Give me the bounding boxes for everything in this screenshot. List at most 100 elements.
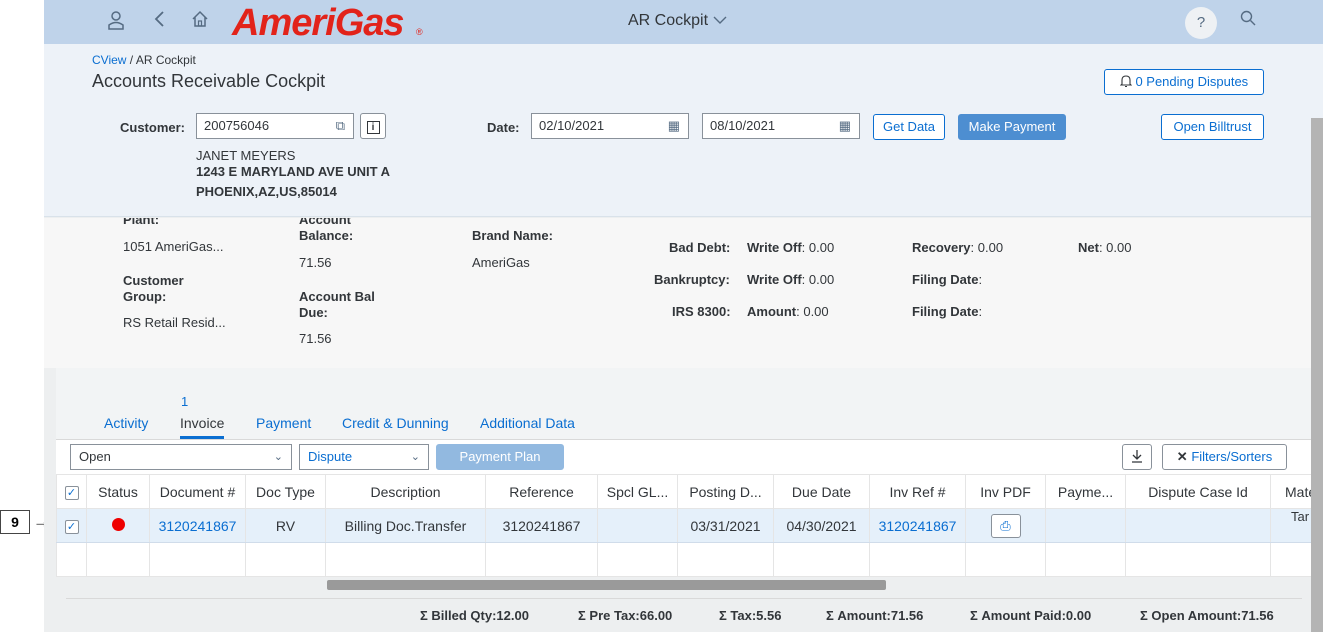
customer-value: 200756046 bbox=[204, 118, 270, 133]
customer-input[interactable]: 200756046 ⧉ bbox=[196, 113, 354, 139]
date-from-value: 02/10/2021 bbox=[539, 118, 605, 133]
inv-ref-link[interactable]: 3120241867 bbox=[869, 508, 966, 543]
table-row[interactable]: ✓ 3120241867 RV Billing Doc.Transfer 312… bbox=[56, 508, 1318, 543]
net-key: Net bbox=[1078, 240, 1099, 255]
col-material[interactable]: Mate bbox=[1269, 474, 1318, 509]
pending-disputes-button[interactable]: 0 Pending Disputes bbox=[1104, 69, 1264, 95]
bell-icon bbox=[1119, 75, 1133, 88]
status-filter-select[interactable]: Open ⌄ bbox=[70, 444, 292, 470]
user-icon[interactable] bbox=[104, 10, 128, 34]
chevron-down-icon: ⌄ bbox=[273, 451, 283, 463]
filters-sorters-label: Filters/Sorters bbox=[1191, 449, 1273, 464]
inv-pdf-cell: ⎙ bbox=[965, 508, 1046, 543]
reference-cell: 3120241867 bbox=[485, 508, 598, 543]
vertical-scrollbar[interactable] bbox=[1311, 118, 1323, 632]
write-off-key: Write Off bbox=[747, 272, 802, 287]
download-icon[interactable] bbox=[1122, 444, 1152, 470]
bad-debt-write-off: Write Off: 0.00 bbox=[747, 240, 834, 255]
customer-group-value: RS Retail Resid... bbox=[123, 315, 226, 330]
tab-credit-dunning[interactable]: Credit & Dunning bbox=[342, 415, 449, 431]
page-title: Accounts Receivable Cockpit bbox=[92, 71, 326, 91]
calendar-icon[interactable]: ▦ bbox=[668, 114, 680, 138]
posting-date-cell: 03/31/2021 bbox=[677, 508, 774, 543]
col-posting-date[interactable]: Posting D... bbox=[677, 474, 774, 509]
home-icon[interactable] bbox=[188, 10, 212, 34]
app-title: AR Cockpit bbox=[628, 12, 709, 29]
row-checkbox[interactable]: ✓ bbox=[56, 508, 87, 543]
customer-address-line2: PHOENIX,AZ,US,85014 bbox=[196, 184, 337, 199]
col-spcl-gl[interactable]: Spcl GL... bbox=[597, 474, 678, 509]
annotation-marker: 9 bbox=[0, 510, 30, 534]
filing-date-value: : bbox=[978, 304, 983, 319]
tab-activity[interactable]: Activity bbox=[104, 415, 148, 431]
irs-amount: Amount: 0.00 bbox=[747, 304, 829, 319]
bankruptcy-filing-date: Filing Date: bbox=[912, 272, 982, 287]
document-link[interactable]: 3120241867 bbox=[149, 508, 246, 543]
value-help-icon[interactable]: ⧉ bbox=[336, 114, 345, 138]
col-due-date[interactable]: Due Date bbox=[773, 474, 870, 509]
customer-name: JANET MEYERS bbox=[196, 148, 296, 163]
net: Net: 0.00 bbox=[1078, 240, 1131, 255]
col-reference[interactable]: Reference bbox=[485, 474, 598, 509]
col-payment[interactable]: Payme... bbox=[1045, 474, 1126, 509]
select-all-checkbox[interactable]: ✓ bbox=[56, 474, 87, 509]
plant-label: Plant: bbox=[123, 218, 160, 227]
amount-key: Amount bbox=[747, 304, 797, 319]
col-dispute-case-id[interactable]: Dispute Case Id bbox=[1125, 474, 1271, 509]
back-icon[interactable] bbox=[147, 10, 171, 34]
description-cell: Billing Doc.Transfer bbox=[325, 508, 486, 543]
col-description[interactable]: Description bbox=[325, 474, 486, 509]
filters-sorters-button[interactable]: ✕ Filters/Sorters bbox=[1162, 444, 1287, 470]
date-from-input[interactable]: 02/10/2021 ▦ bbox=[531, 113, 689, 139]
totals-footer: Σ Billed Qty:12.00 Σ Pre Tax:66.00 Σ Tax… bbox=[66, 598, 1302, 632]
shell-bar: AmeriGas ® AR Cockpit ? bbox=[44, 0, 1323, 44]
tab-invoice[interactable]: Invoice bbox=[180, 415, 225, 439]
col-status[interactable]: Status bbox=[86, 474, 150, 509]
search-icon[interactable] bbox=[1240, 10, 1256, 31]
account-bal-due-value: 71.56 bbox=[299, 331, 332, 346]
help-icon[interactable]: ? bbox=[1185, 7, 1217, 39]
total-tax: Σ Tax:5.56 bbox=[719, 608, 782, 623]
total-open-amount: Σ Open Amount:71.56 bbox=[1140, 608, 1274, 623]
date-label: Date: bbox=[487, 120, 520, 135]
tab-payment[interactable]: Payment bbox=[256, 415, 311, 431]
customer-info-button[interactable]: i bbox=[360, 113, 386, 139]
pending-disputes-label: 0 Pending Disputes bbox=[1135, 74, 1249, 89]
customer-group-label: Customer bbox=[123, 273, 184, 288]
chevron-down-icon: ⌄ bbox=[410, 451, 420, 463]
close-icon: ✕ bbox=[1176, 449, 1188, 464]
total-billed-qty: Σ Billed Qty:12.00 bbox=[420, 608, 529, 623]
filing-date-key: Filing Date bbox=[912, 272, 979, 287]
customer-group-label-2: Group: bbox=[123, 289, 167, 304]
col-doc-type[interactable]: Doc Type bbox=[245, 474, 326, 509]
status-icon bbox=[86, 508, 150, 543]
pdf-icon[interactable]: ⎙ bbox=[990, 513, 1021, 538]
registered-mark: ® bbox=[416, 27, 423, 37]
make-payment-button[interactable]: Make Payment bbox=[958, 114, 1066, 140]
account-label: Account bbox=[299, 218, 351, 227]
col-document[interactable]: Document # bbox=[149, 474, 246, 509]
write-off-value: : 0.00 bbox=[801, 272, 835, 287]
amount-value: : 0.00 bbox=[796, 304, 829, 319]
tab-bar: 1 Activity Invoice Payment Credit & Dunn… bbox=[56, 368, 1311, 440]
customer-label: Customer: bbox=[120, 120, 186, 135]
brand-name-value: AmeriGas bbox=[472, 255, 530, 270]
date-to-input[interactable]: 08/10/2021 ▦ bbox=[702, 113, 860, 139]
dispute-case-cell bbox=[1125, 508, 1271, 543]
app-title-menu[interactable]: AR Cockpit bbox=[628, 12, 728, 30]
calendar-icon[interactable]: ▦ bbox=[839, 114, 851, 138]
dispute-filter-select[interactable]: Dispute ⌄ bbox=[299, 444, 429, 470]
horizontal-scrollbar[interactable] bbox=[327, 580, 886, 590]
open-billtrust-button[interactable]: Open Billtrust bbox=[1161, 114, 1264, 140]
tab-additional-data[interactable]: Additional Data bbox=[480, 415, 575, 431]
table-header-row: ✓ Status Document # Doc Type Description… bbox=[56, 474, 1318, 509]
col-inv-pdf[interactable]: Inv PDF bbox=[965, 474, 1046, 509]
breadcrumb-link-cview[interactable]: CView bbox=[92, 53, 126, 67]
account-bal-due-label-2: Due: bbox=[299, 305, 328, 320]
irs-filing-date: Filing Date: bbox=[912, 304, 982, 319]
col-inv-ref[interactable]: Inv Ref # bbox=[869, 474, 966, 509]
get-data-button[interactable]: Get Data bbox=[873, 114, 945, 140]
filing-date-key: Filing Date bbox=[912, 304, 979, 319]
payment-plan-button[interactable]: Payment Plan bbox=[436, 444, 564, 470]
tab-invoice-count: 1 bbox=[181, 394, 189, 409]
